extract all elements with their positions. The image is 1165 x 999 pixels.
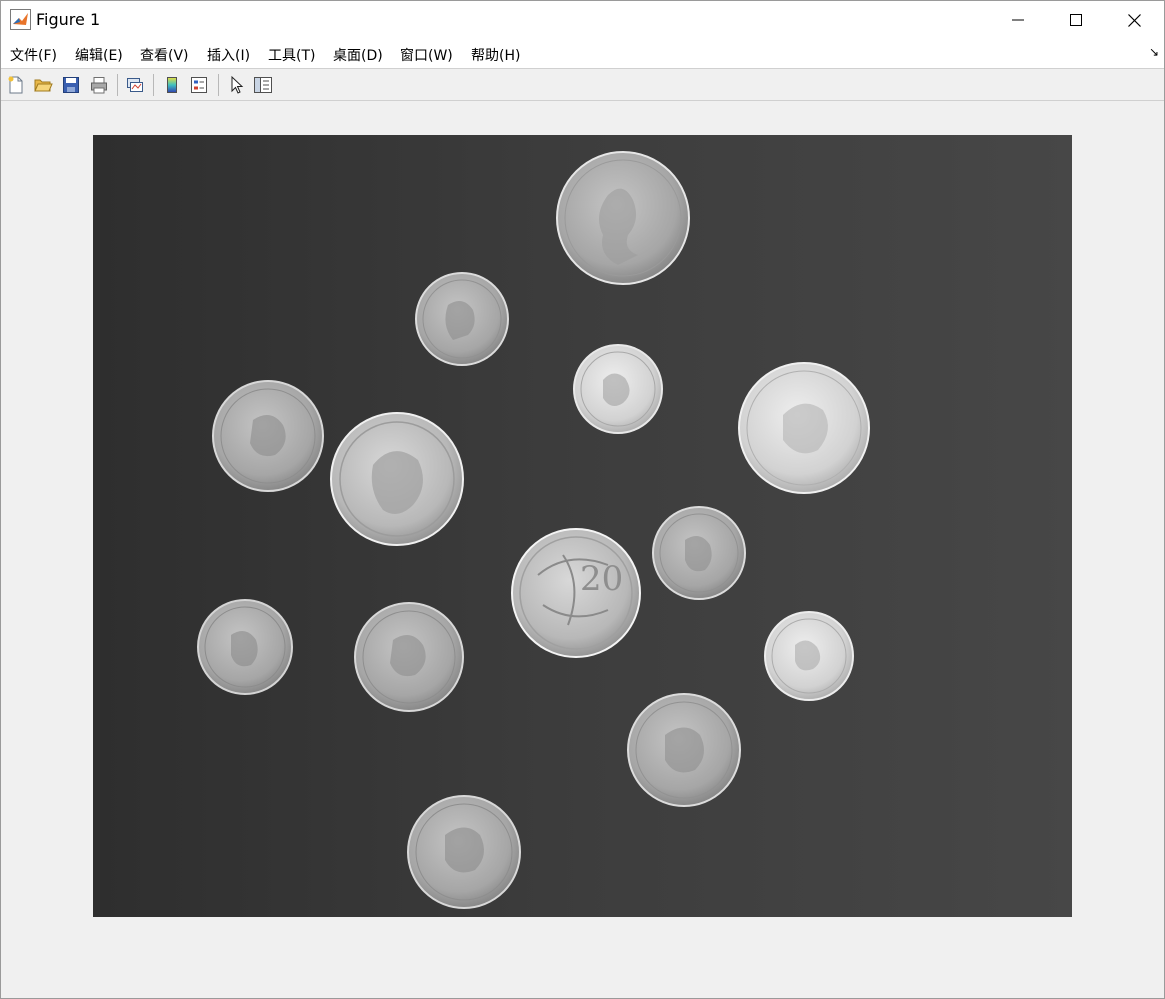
coin [556,151,690,285]
coin [764,611,854,701]
maximize-button[interactable] [1047,1,1105,39]
edit-plot-arrow-icon[interactable] [227,75,247,95]
coin [197,599,293,695]
insert-colorbar-icon[interactable] [162,75,182,95]
coin [627,693,741,807]
toolbar-separator [117,74,118,96]
menu-file[interactable]: 文件(F) [10,45,57,65]
new-figure-icon[interactable] [6,75,26,95]
coin [652,506,746,600]
coin [354,602,464,712]
menu-edit[interactable]: 编辑(E) [75,45,123,65]
open-file-icon[interactable] [33,75,53,95]
coin [212,380,324,492]
coin [407,795,521,909]
coin [573,344,663,434]
dock-arrow-icon[interactable]: ↘ [1149,45,1159,59]
coin [415,272,509,366]
toolbar-separator [218,74,219,96]
coin: 20 [511,528,641,658]
menu-desktop[interactable]: 桌面(D) [333,45,383,65]
close-icon [1127,13,1141,27]
window-title: Figure 1 [36,10,101,29]
close-button[interactable] [1105,1,1163,39]
save-icon[interactable] [61,75,81,95]
coins-image: 20 [93,135,1072,917]
menu-insert[interactable]: 插入(I) [207,45,250,65]
menu-bar: 文件(F) 编辑(E) 查看(V) 插入(I) 工具(T) 桌面(D) 窗口(W… [1,39,1164,68]
menu-window[interactable]: 窗口(W) [400,45,453,65]
insert-legend-icon[interactable] [189,75,209,95]
property-inspector-icon[interactable] [253,75,273,95]
link-plot-icon[interactable] [125,75,145,95]
menu-view[interactable]: 查看(V) [140,45,189,65]
print-icon[interactable] [89,75,109,95]
maximize-icon [1070,14,1082,26]
svg-text:20: 20 [580,559,623,599]
toolbar [1,68,1164,101]
figure-window: Figure 1 文件(F) 编辑(E) 查看(V) 插入(I) 工具(T) 桌… [0,0,1165,999]
menu-tools[interactable]: 工具(T) [268,45,315,65]
minimize-icon [1012,19,1024,21]
toolbar-separator [153,74,154,96]
title-bar: Figure 1 [1,1,1164,39]
matlab-logo-icon [10,9,31,30]
minimize-button[interactable] [989,1,1047,39]
coin [330,412,464,546]
coin [738,362,870,494]
menu-help[interactable]: 帮助(H) [471,45,520,65]
